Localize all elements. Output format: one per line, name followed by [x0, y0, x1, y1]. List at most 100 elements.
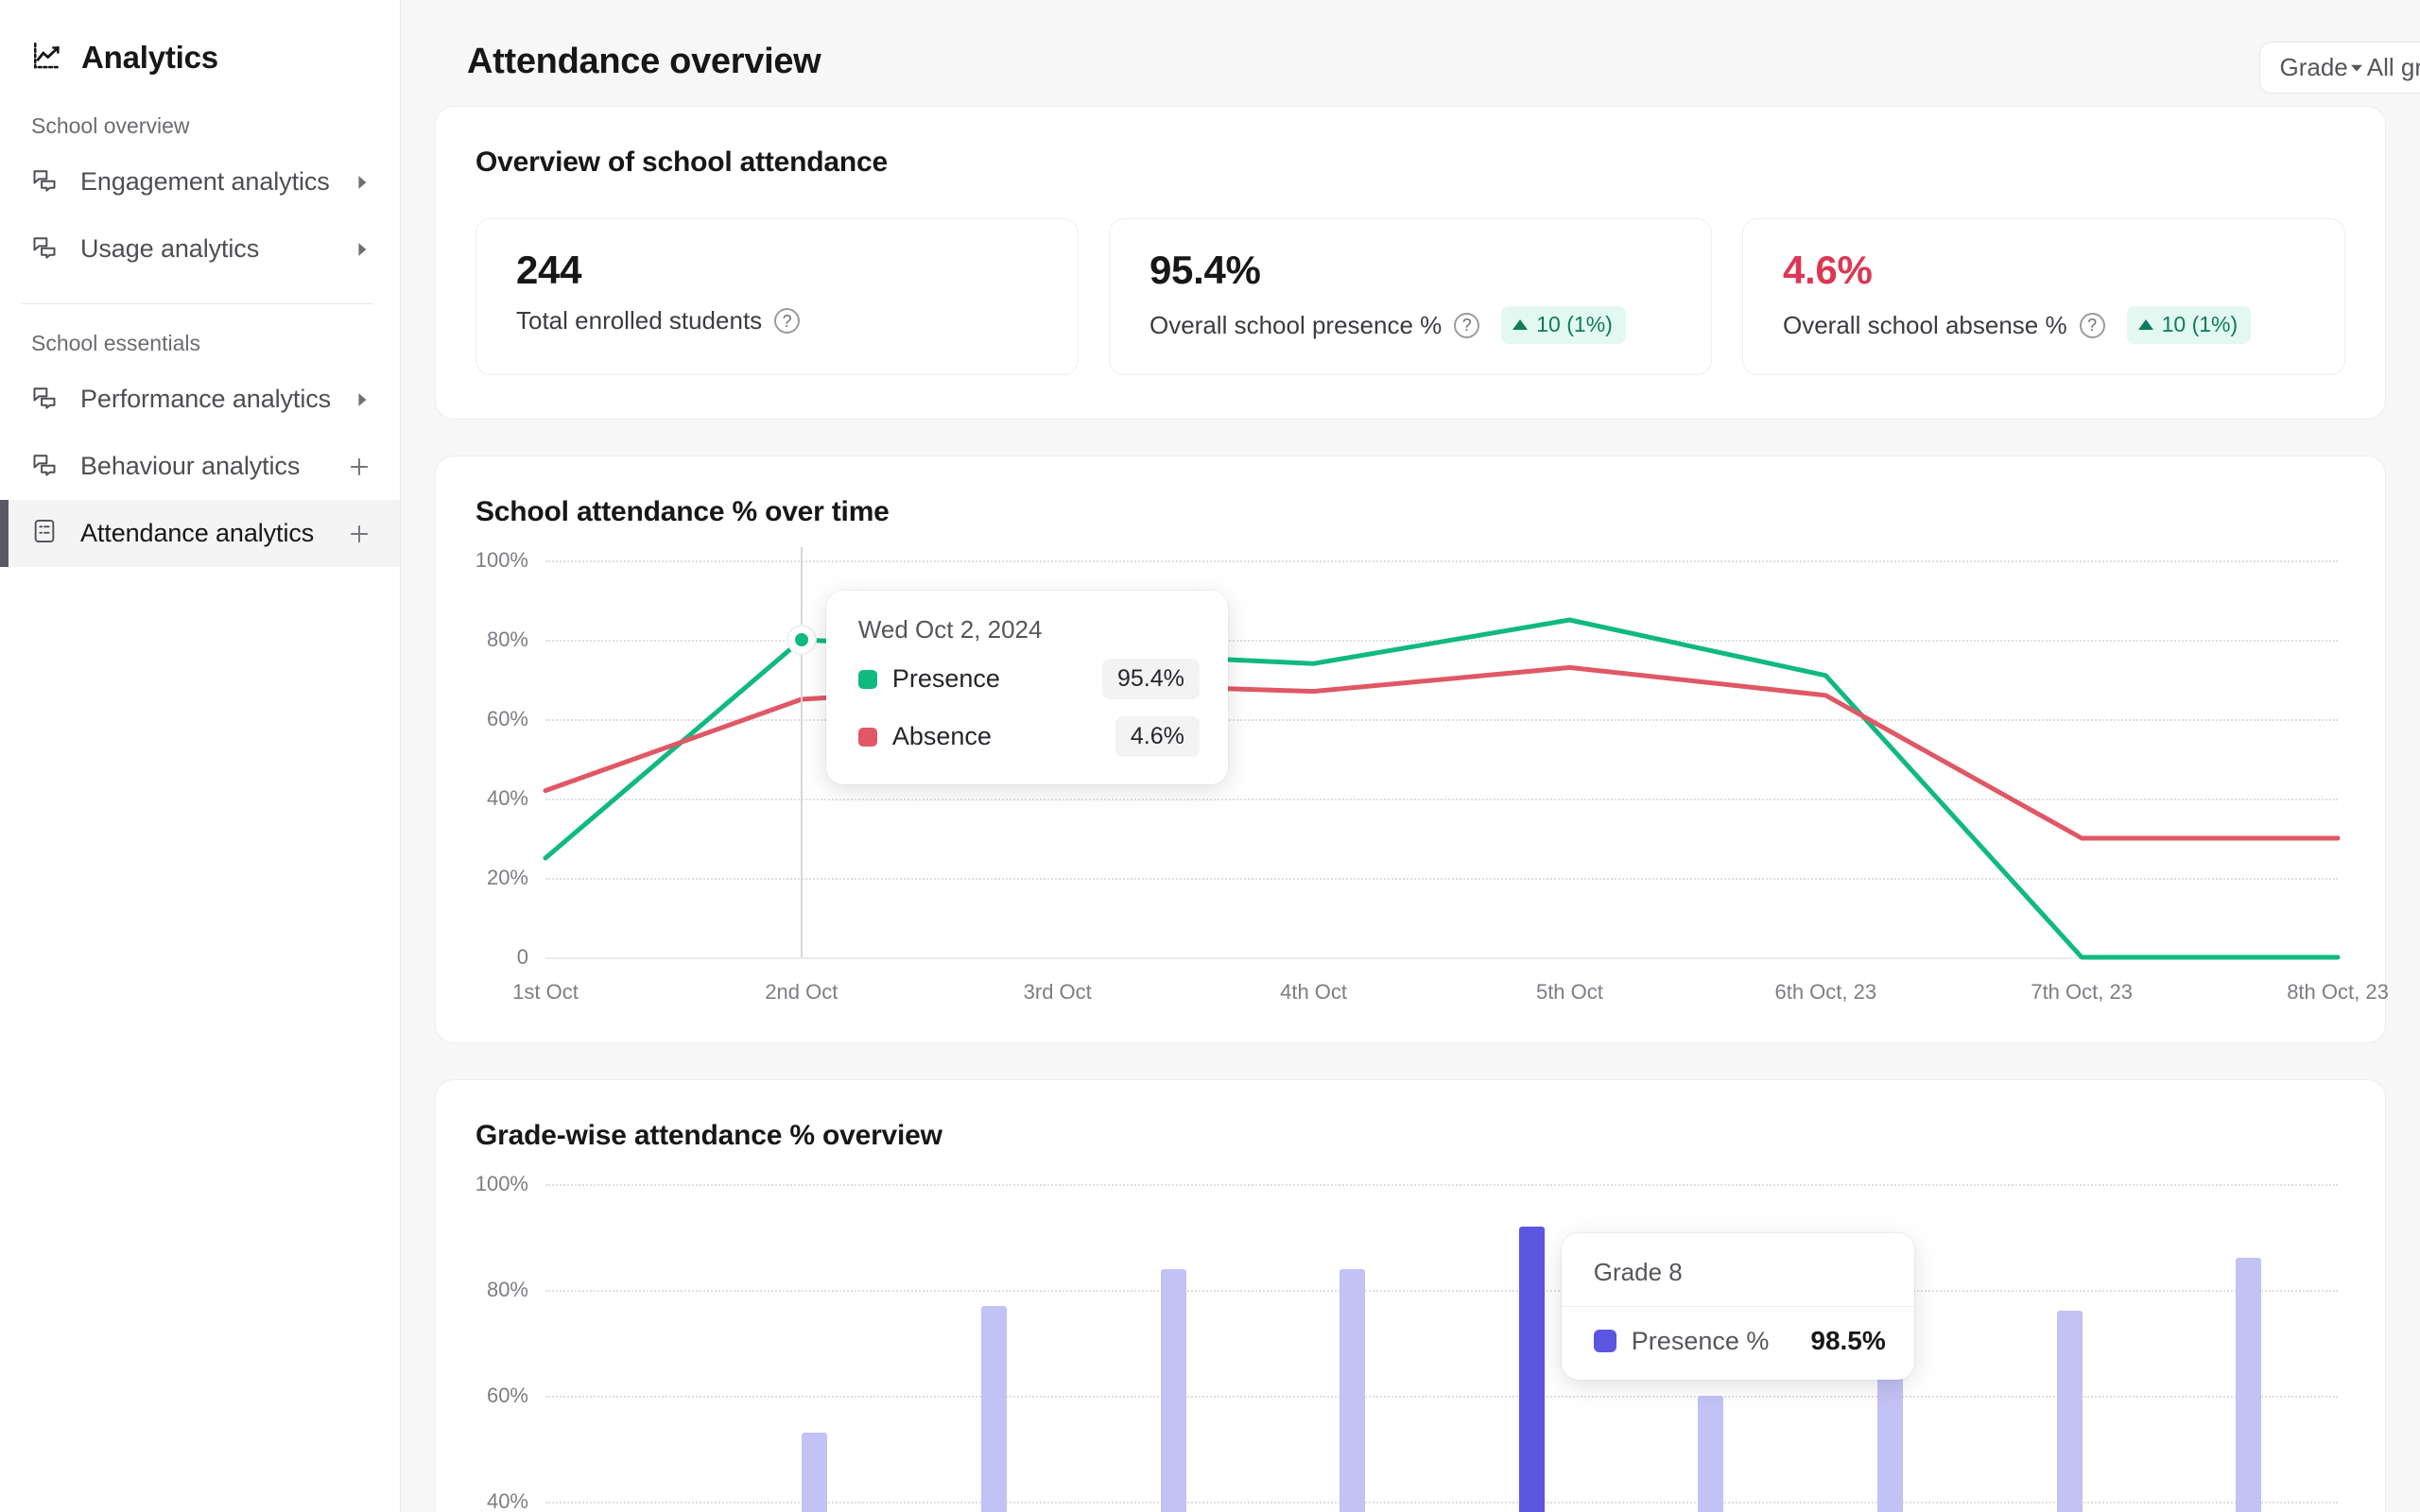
chevron-right-icon[interactable]: [353, 239, 373, 260]
chat-bubbles-icon: [31, 166, 58, 198]
sidebar-item-performance-analytics[interactable]: Performance analytics: [0, 366, 400, 433]
tooltip-series-name: Absence: [892, 722, 992, 751]
sidebar: Analytics School overview Engagement ana…: [0, 0, 401, 1512]
page-header: Attendance overview Grade All gr: [435, 0, 2386, 106]
chevron-right-icon[interactable]: [353, 389, 373, 410]
tooltip-series-value: 4.6%: [1115, 716, 1200, 757]
kpi-card-total-enrolled-students: 244 Total enrolled students ?: [475, 218, 1079, 375]
sidebar-item-attendance-analytics[interactable]: Attendance analytics: [0, 500, 400, 567]
x-axis-tick-label: 1st Oct: [512, 980, 579, 1005]
bar-chart-tooltip: Grade 8 Presence % 98.5%: [1562, 1233, 1914, 1380]
grade-filter-label: Grade: [2279, 53, 2347, 82]
page-title: Attendance overview: [467, 42, 821, 82]
trend-badge: 10 (1%): [2127, 306, 2252, 344]
hover-cursor-line: [801, 547, 803, 957]
grade-filter-dropdown[interactable]: Grade All gr: [2259, 42, 2420, 94]
sidebar-item-engagement-analytics[interactable]: Engagement analytics: [0, 148, 400, 215]
tooltip-series-name: Presence %: [1632, 1327, 1770, 1356]
tooltip-row: Presence95.4%: [826, 650, 1228, 708]
y-axis-tick-label: 80%: [487, 1278, 528, 1302]
trend-up-icon: [2138, 319, 2153, 330]
y-axis-tick-label: 80%: [487, 627, 528, 652]
y-axis-tick-label: 60%: [487, 1383, 528, 1408]
y-axis-tick-label: 60%: [487, 707, 528, 731]
line-chart-tooltip: Wed Oct 2, 2024Presence95.4% Absence 4.6%: [826, 591, 1228, 784]
bar-grade-7[interactable]: [1698, 1396, 1723, 1512]
y-axis-tick-label: 0: [517, 945, 528, 970]
trend-badge-text: 10 (1%): [2162, 312, 2238, 337]
overview-card-title: Overview of school attendance: [475, 146, 2345, 179]
bar-chart-title: Grade-wise attendance % overview: [475, 1120, 2345, 1152]
kpi-card-overall-school-absense: 4.6% Overall school absense % ? 10 (1%): [1742, 218, 2345, 375]
chat-bubbles-icon: [31, 451, 58, 482]
series-swatch: [1594, 1330, 1616, 1352]
y-axis-tick-label: 40%: [487, 786, 528, 811]
kpi-label: Overall school absense %: [1783, 311, 2067, 340]
kpi-label: Total enrolled students: [516, 306, 762, 335]
attendance-register-icon: [31, 518, 58, 549]
plus-icon[interactable]: [345, 520, 373, 548]
series-swatch: [858, 670, 877, 689]
sidebar-group-1: Performance analytics Behaviour analytic…: [0, 366, 400, 567]
kpi-label: Overall school presence %: [1150, 311, 1442, 340]
help-icon[interactable]: ?: [1454, 313, 1479, 338]
line-chart-card: School attendance % over time 020%40%60%…: [435, 455, 2386, 1043]
tooltip-title: Grade 8: [1562, 1233, 1914, 1307]
bar-chart-plot[interactable]: 40%60%80%100%Grade 8Presence %98.5%: [545, 1184, 2338, 1512]
x-axis-tick-label: 6th Oct, 23: [1774, 980, 1876, 1005]
line-chart-title: School attendance % over time: [475, 496, 2345, 528]
tooltip-row: Absence 4.6%: [826, 708, 1228, 765]
bar-grade-6[interactable]: [1519, 1227, 1545, 1512]
line-chart-xaxis: 1st Oct2nd Oct3rd Oct4th Oct5th Oct6th O…: [545, 957, 2338, 1014]
help-icon[interactable]: ?: [774, 308, 800, 334]
sidebar-item-label: Attendance analytics: [80, 519, 345, 548]
grade-filter-value: All gr: [2367, 53, 2420, 82]
bar-grade-2[interactable]: [802, 1433, 827, 1512]
bar-grade-4[interactable]: [1161, 1269, 1186, 1512]
chat-bubbles-icon: [31, 233, 58, 265]
chevron-right-icon[interactable]: [353, 172, 373, 193]
y-axis-tick-label: 100%: [475, 548, 528, 573]
line-chart-plot[interactable]: 020%40%60%80%100%Wed Oct 2, 2024Presence…: [545, 560, 2338, 957]
sidebar-group-label-1: School essentials: [0, 304, 400, 366]
bar-grade-10[interactable]: [2236, 1258, 2261, 1512]
help-icon[interactable]: ?: [2080, 313, 2105, 338]
sidebar-item-usage-analytics[interactable]: Usage analytics: [0, 215, 400, 283]
plus-icon[interactable]: [345, 453, 373, 481]
gridline: [545, 1184, 2338, 1186]
x-axis-tick-label: 8th Oct, 23: [2287, 980, 2389, 1005]
bar-grade-5[interactable]: [1340, 1269, 1365, 1512]
series-swatch: [858, 728, 877, 747]
y-axis-tick-label: 100%: [475, 1172, 528, 1196]
line-series-group: [545, 560, 2338, 957]
kpi-list: 244 Total enrolled students ? 95.4% Over…: [475, 218, 2345, 375]
chat-bubbles-icon: [31, 384, 58, 415]
sidebar-item-behaviour-analytics[interactable]: Behaviour analytics: [0, 433, 400, 500]
sidebar-item-label: Behaviour analytics: [80, 452, 345, 481]
brand-title: Analytics: [81, 40, 218, 76]
hover-data-point: [788, 627, 815, 653]
bar-grade-3[interactable]: [981, 1306, 1007, 1512]
trend-up-icon: [1512, 319, 1528, 330]
caret-down-icon: [2348, 53, 2365, 82]
bar-chart-card: Grade-wise attendance % overview 40%60%8…: [435, 1079, 2386, 1512]
sidebar-group-0: Engagement analytics Usage analytics: [0, 148, 400, 283]
sidebar-item-label: Performance analytics: [80, 385, 353, 414]
chart-line-icon: [31, 40, 63, 77]
main-content: Attendance overview Grade All gr Overvie…: [401, 0, 2420, 1512]
sidebar-item-label: Engagement analytics: [80, 167, 353, 197]
x-axis-tick-label: 3rd Oct: [1024, 980, 1092, 1005]
tooltip-series-value: 95.4%: [1102, 659, 1200, 699]
sidebar-item-label: Usage analytics: [80, 234, 353, 264]
bar-grade-9[interactable]: [2057, 1311, 2083, 1512]
x-axis-tick-label: 2nd Oct: [765, 980, 838, 1005]
kpi-value: 4.6%: [1783, 248, 2312, 293]
app-root: Analytics School overview Engagement ana…: [0, 0, 2420, 1512]
x-axis-tick-label: 4th Oct: [1280, 980, 1347, 1005]
gridline: [545, 1290, 2338, 1292]
tooltip-date: Wed Oct 2, 2024: [826, 591, 1228, 650]
tooltip-series-value: 98.5%: [1810, 1326, 1885, 1356]
line-series-absence: [545, 667, 2338, 838]
x-axis-tick-label: 5th Oct: [1536, 980, 1603, 1005]
kpi-value: 95.4%: [1150, 248, 1679, 293]
